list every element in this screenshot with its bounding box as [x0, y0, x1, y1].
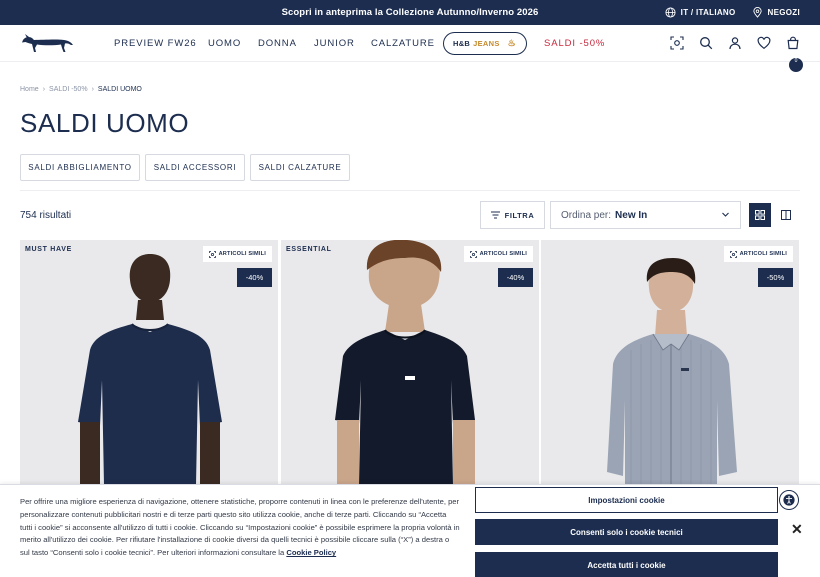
- chip-saldi-abbigliamento[interactable]: SALDI ABBIGLIAMENTO: [20, 154, 140, 181]
- two-column-view-toggle[interactable]: [775, 203, 797, 227]
- similar-items-label: ARTICOLI SIMILI: [479, 251, 527, 257]
- breadcrumb-separator: ›: [42, 86, 46, 93]
- visual-search-icon: [729, 250, 737, 258]
- similar-items-button[interactable]: ARTICOLI SIMILI: [463, 246, 533, 262]
- main-header: PREVIEW FW26 UOMO DONNA JUNIOR CALZATURE…: [0, 25, 820, 72]
- visual-search-icon: [469, 250, 477, 258]
- product-tag: ESSENTIAL: [286, 246, 332, 253]
- similar-items-label: ARTICOLI SIMILI: [218, 251, 266, 257]
- cookie-body: Per offrire una migliore esperienza di n…: [20, 497, 460, 558]
- promo-bar: Scopri in anteprima la Collezione Autunn…: [0, 0, 820, 25]
- nav-donna[interactable]: DONNA: [258, 38, 314, 49]
- flame-icon: ♨: [507, 38, 517, 48]
- similar-items-label: ARTICOLI SIMILI: [739, 251, 787, 257]
- visual-search-icon: [208, 250, 216, 258]
- filter-label: FILTRA: [504, 210, 535, 220]
- discount-badge: -40%: [237, 268, 272, 287]
- category-chips: SALDI ABBIGLIAMENTO SALDI ACCESSORI SALD…: [20, 154, 350, 181]
- jeans-label: JEANS: [473, 39, 500, 48]
- account-icon[interactable]: [728, 36, 742, 50]
- breadcrumb-home[interactable]: Home: [20, 86, 39, 93]
- breadcrumb: Home › SALDI -50% › SALDI UOMO: [20, 86, 142, 93]
- filter-lines-icon: [490, 211, 500, 219]
- search-icon[interactable]: [699, 36, 713, 50]
- cookie-technical-only-button[interactable]: Consenti solo i cookie tecnici: [475, 519, 778, 545]
- cookie-text: Per offrire una migliore esperienza di n…: [20, 496, 460, 560]
- accessibility-icon[interactable]: [779, 490, 799, 510]
- breadcrumb-current: SALDI UOMO: [97, 86, 142, 93]
- similar-items-button[interactable]: ARTICOLI SIMILI: [202, 246, 272, 262]
- nav-junior[interactable]: JUNIOR: [314, 38, 371, 49]
- nav-preview-fw26[interactable]: PREVIEW FW26: [114, 38, 208, 49]
- chip-saldi-calzature[interactable]: SALDI CALZATURE: [250, 154, 350, 181]
- main-nav: PREVIEW FW26 UOMO DONNA JUNIOR CALZATURE: [114, 38, 442, 49]
- divider: [20, 190, 800, 191]
- sort-value: New In: [615, 209, 648, 221]
- cookie-banner: Per offrire una migliore esperienza di n…: [0, 484, 820, 577]
- nav-saldi[interactable]: SALDI -50%: [544, 38, 605, 49]
- filter-button[interactable]: FILTRA: [480, 201, 545, 229]
- grid-icon: [755, 210, 765, 220]
- brand-logo-dachshund[interactable]: [20, 31, 74, 55]
- product-tag: MUST HAVE: [25, 246, 73, 253]
- visual-search-icon[interactable]: [670, 36, 684, 50]
- chip-saldi-accessori[interactable]: SALDI ACCESSORI: [145, 154, 245, 181]
- sort-label: Ordina per:: [561, 209, 612, 221]
- hb-jeans-button[interactable]: H&B JEANS ♨: [443, 32, 527, 55]
- stores-link[interactable]: NEGOZI: [752, 7, 800, 18]
- globe-icon: [665, 7, 676, 18]
- language-label: IT / ITALIANO: [680, 8, 736, 17]
- location-pin-icon: [752, 7, 762, 18]
- discount-badge: -40%: [498, 268, 533, 287]
- cookie-close-icon[interactable]: ✕: [791, 521, 803, 538]
- page-title: SALDI UOMO: [20, 108, 190, 138]
- stores-label: NEGOZI: [767, 8, 800, 17]
- chevron-down-icon: [722, 212, 729, 217]
- nav-uomo[interactable]: UOMO: [208, 38, 258, 49]
- cart-icon[interactable]: 0: [786, 36, 803, 72]
- breadcrumb-saldi[interactable]: SALDI -50%: [49, 86, 88, 93]
- breadcrumb-separator: ›: [91, 86, 94, 93]
- columns-icon: [781, 210, 791, 220]
- product-card[interactable]: ARTICOLI SIMILI -50%: [541, 240, 799, 485]
- wishlist-heart-icon[interactable]: [757, 36, 771, 50]
- sort-dropdown[interactable]: Ordina per: New In: [550, 201, 741, 229]
- product-card[interactable]: ESSENTIAL ARTICOLI SIMILI -40%: [281, 240, 539, 485]
- similar-items-button[interactable]: ARTICOLI SIMILI: [723, 246, 793, 262]
- nav-calzature[interactable]: CALZATURE: [371, 38, 442, 49]
- language-selector[interactable]: IT / ITALIANO: [665, 7, 736, 18]
- cookie-accept-all-button[interactable]: Accetta tutti i cookie: [475, 552, 778, 577]
- grid-view-toggle[interactable]: [749, 203, 771, 227]
- results-count: 754 risultati: [20, 210, 72, 221]
- discount-badge: -50%: [758, 268, 793, 287]
- cookie-settings-button[interactable]: Impostazioni cookie: [475, 487, 778, 513]
- cart-count-badge: 0: [789, 58, 803, 72]
- cookie-policy-link[interactable]: Cookie Policy: [286, 548, 336, 557]
- hb-label: H&B: [453, 39, 471, 48]
- product-card[interactable]: MUST HAVE ARTICOLI SIMILI -40%: [20, 240, 278, 485]
